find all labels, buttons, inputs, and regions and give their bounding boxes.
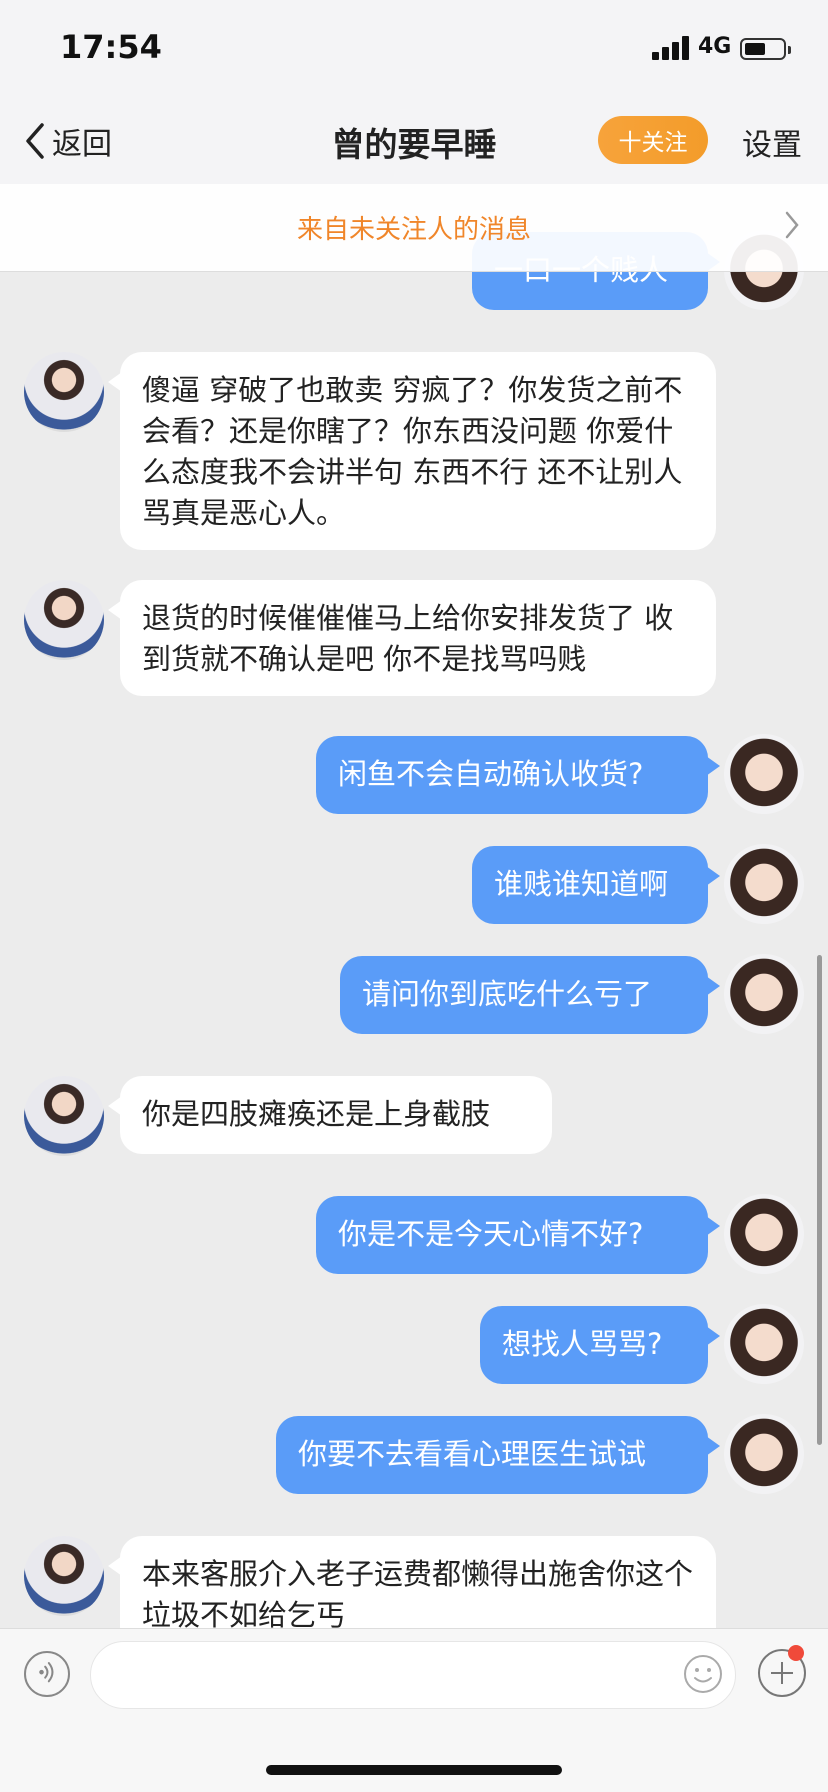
status-time: 17:54 [60,28,162,66]
notification-dot [788,1645,804,1661]
avatar[interactable] [724,954,804,1034]
emoji-icon[interactable] [682,1653,724,1695]
message-bubble[interactable]: 你是不是今天心情不好? [316,1196,720,1274]
avatar[interactable] [724,1194,804,1274]
scrollbar[interactable] [817,955,822,1445]
avatar[interactable] [724,1414,804,1494]
message-bubble[interactable]: 退货的时候催催催马上给你安排发货了 收到货就不确认是吧 你不是找骂吗贱 [108,580,716,696]
avatar[interactable] [24,1536,104,1616]
voice-icon[interactable] [24,1651,70,1697]
message-bubble[interactable]: 想找人骂骂? [480,1306,720,1384]
battery-icon [740,38,791,60]
home-indicator[interactable] [266,1765,562,1775]
message-bubble[interactable]: 请问你到底吃什么亏了 [340,956,720,1034]
avatar[interactable] [724,844,804,924]
settings-button[interactable]: 设置 [742,120,802,164]
message-input[interactable] [90,1641,736,1709]
message-bubble[interactable]: 闲鱼不会自动确认收货? [316,736,720,814]
message-bubble[interactable]: 你要不去看看心理医生试试 [276,1416,720,1494]
chevron-right-icon [785,211,799,239]
top-bar: 17:54 4G 返回 曾的要早睡 十关注 设置 [0,0,828,184]
avatar[interactable] [24,1076,104,1156]
avatar[interactable] [724,734,804,814]
message-bubble[interactable]: 你是四肢瘫痪还是上身截肢 [108,1076,552,1154]
avatar[interactable] [24,580,104,660]
network-label: 4G [698,34,732,59]
signal-icon [652,36,692,60]
banner-text: 来自未关注人的消息 [296,215,531,245]
avatar[interactable] [24,352,104,432]
message-bubble[interactable]: 谁贱谁知道啊 [472,846,720,924]
avatar[interactable] [724,1304,804,1384]
chat-area[interactable]: 一口一个贱人 傻逼 穿破了也敢卖 穷疯了？你发货之前不会看？还是你瞎了？你东西没… [0,172,828,1628]
follow-button[interactable]: 十关注 [598,116,708,164]
message-bubble[interactable]: 本来客服介入老子运费都懒得出施舍你这个垃圾不如给乞丐 [108,1536,716,1628]
input-bar [0,1628,828,1792]
message-bubble[interactable]: 傻逼 穿破了也敢卖 穷疯了？你发货之前不会看？还是你瞎了？你东西没问题 你爱什么… [108,352,716,550]
unfollowed-message-banner[interactable]: 来自未关注人的消息 [0,184,828,272]
